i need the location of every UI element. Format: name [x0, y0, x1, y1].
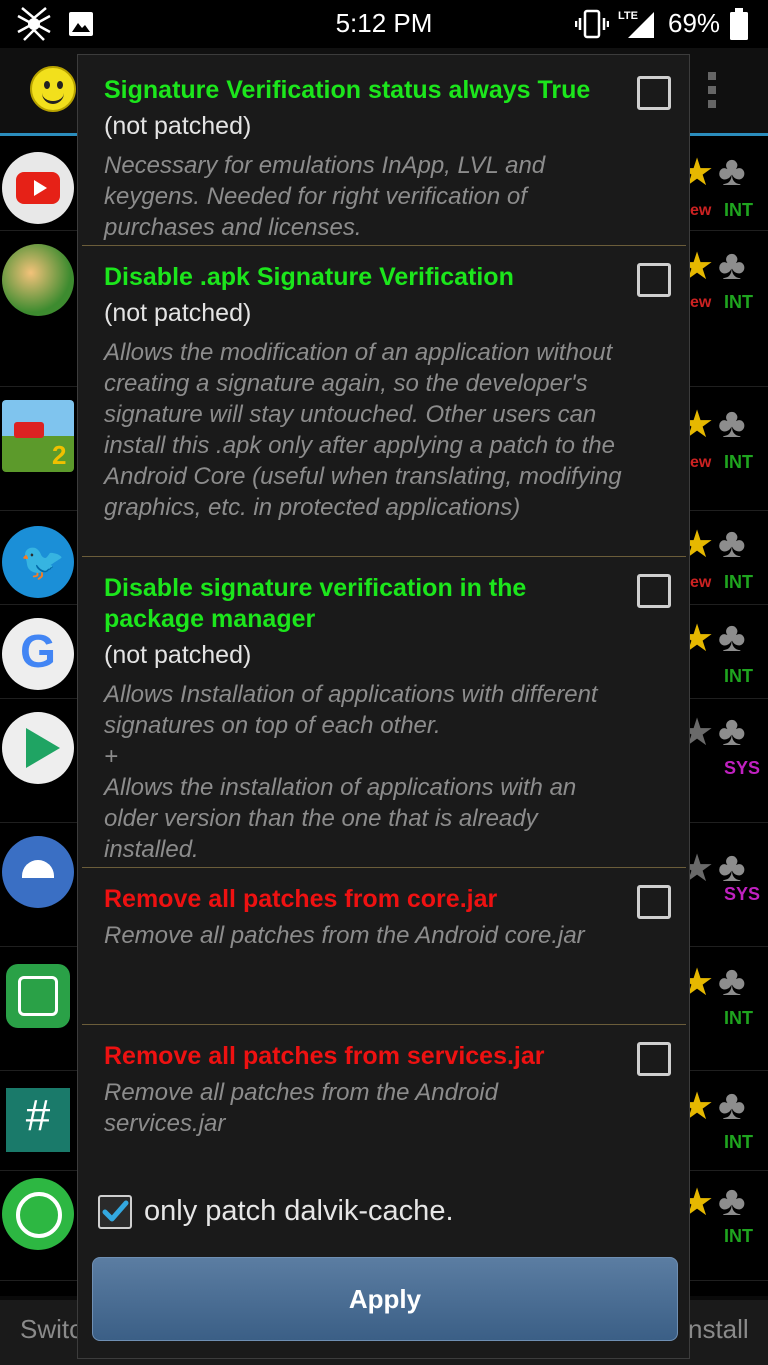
option-checkbox[interactable]: [637, 1042, 671, 1076]
new-badge: ew: [690, 574, 712, 591]
battery-icon: [730, 8, 748, 40]
description-line: Allows the installation of applications …: [104, 774, 577, 863]
option-status: (not patched): [104, 641, 252, 669]
app-tag: INT: [724, 1226, 753, 1246]
description-line: Allows Installation of applications with…: [104, 681, 598, 739]
lte-signal-icon: LTE: [618, 10, 654, 38]
overflow-menu-icon[interactable]: [708, 72, 718, 108]
option-status: (not patched): [104, 299, 252, 327]
app-tag: INT: [724, 1132, 753, 1152]
clover-icon: ♣: [718, 399, 746, 446]
app-tag: INT: [724, 572, 753, 592]
option-description: Necessary for emulations InApp, LVL and …: [104, 152, 546, 241]
option-description: Remove all patches from the Android serv…: [104, 1079, 498, 1137]
clover-icon: ♣: [718, 147, 746, 194]
option-disable-apk-signature[interactable]: Disable .apk Signature Verification (not…: [82, 246, 686, 556]
checkmark-icon: [102, 1200, 129, 1222]
option-description: Allows the modification of an applicatio…: [104, 339, 622, 521]
option-disable-package-manager-verification[interactable]: Disable signature verification in the pa…: [82, 557, 686, 867]
option-description: Allows Installation of applications with…: [104, 679, 624, 865]
dalvik-label: only patch dalvik-cache.: [144, 1195, 454, 1227]
smiley-logo: [30, 66, 76, 112]
clover-icon: ♣: [718, 519, 746, 566]
clover-icon: ♣: [718, 1081, 746, 1128]
option-title: Remove all patches from core.jar: [104, 885, 498, 913]
play-store-icon: [2, 712, 74, 784]
description-plus: +: [104, 743, 119, 770]
option-title: Disable .apk Signature Verification: [104, 263, 514, 291]
twitter-icon: 🐦: [2, 526, 74, 598]
install-button[interactable]: nstall: [688, 1314, 749, 1345]
svg-text:LTE: LTE: [618, 10, 638, 22]
app-tag: SYS: [724, 758, 761, 778]
hill-climb-icon: 2: [2, 400, 74, 472]
clover-icon: ♣: [718, 1177, 746, 1224]
battery-percent: 69%: [668, 8, 721, 38]
google-icon: G: [2, 618, 74, 690]
clover-icon: ♣: [718, 241, 746, 288]
switch-button[interactable]: Switc: [20, 1314, 82, 1345]
status-bar: 5:12 PM LTE 69%: [0, 0, 768, 48]
option-checkbox[interactable]: [637, 885, 671, 919]
clover-icon: ♣: [718, 613, 746, 660]
clover-icon: ♣: [718, 707, 746, 754]
app-tag: INT: [724, 292, 753, 312]
option-title: Disable signature verification in the pa…: [104, 574, 527, 633]
option-checkbox[interactable]: [637, 574, 671, 608]
clover-icon: ♣: [718, 843, 746, 890]
app-tag: INT: [724, 666, 753, 686]
app-tag: INT: [724, 200, 753, 220]
android-icon: [2, 836, 74, 908]
new-badge: ew: [690, 202, 712, 219]
app-tag: INT: [724, 1008, 753, 1028]
new-badge: ew: [690, 294, 712, 311]
option-description: Remove all patches from the Android core…: [104, 922, 585, 949]
option-title: Signature Verification status always Tru…: [104, 76, 591, 104]
subway-surfers-icon: [2, 244, 74, 316]
vibrate-icon: [575, 9, 609, 39]
whatsapp-icon: [2, 1178, 74, 1250]
app-tag: INT: [724, 452, 753, 472]
option-remove-services-patches[interactable]: Remove all patches from services.jar Rem…: [82, 1025, 686, 1165]
dalvik-checkbox[interactable]: [98, 1195, 132, 1229]
option-title: Remove all patches from services.jar: [104, 1042, 545, 1070]
saavn-icon: [6, 964, 70, 1028]
option-checkbox[interactable]: [637, 263, 671, 297]
app-tag: SYS: [724, 884, 761, 904]
clover-icon: ♣: [718, 957, 746, 1004]
option-checkbox[interactable]: [637, 76, 671, 110]
patch-dialog: Signature Verification status always Tru…: [77, 54, 690, 1359]
new-badge: ew: [690, 454, 712, 471]
option-remove-core-patches[interactable]: Remove all patches from core.jar Remove …: [82, 868, 686, 1024]
youtube-icon: [2, 152, 74, 224]
option-signature-status[interactable]: Signature Verification status always Tru…: [82, 55, 686, 245]
hashtag-icon: #: [6, 1088, 70, 1152]
apply-button[interactable]: Apply: [92, 1257, 678, 1341]
option-status: (not patched): [104, 112, 252, 140]
